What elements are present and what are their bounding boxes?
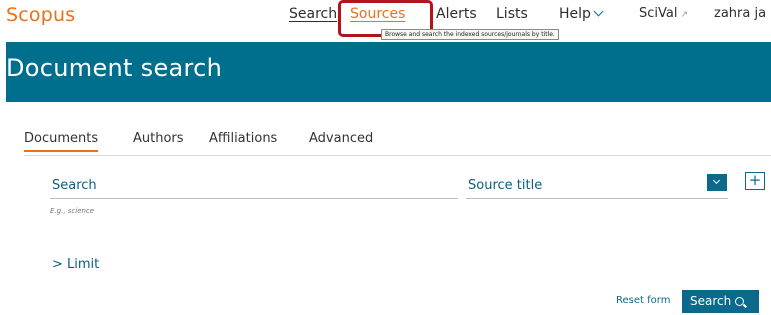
field-select-underline [466, 198, 728, 199]
page-title: Document search [6, 54, 223, 82]
tab-authors[interactable]: Authors [133, 131, 184, 146]
search-hint: E.g., science [50, 207, 95, 215]
search-button-label: Search [690, 294, 732, 308]
tab-affiliations[interactable]: Affiliations [209, 131, 277, 146]
chevron-down-icon [593, 6, 604, 17]
search-input[interactable]: Search [52, 178, 97, 193]
chevron-down-icon [712, 176, 721, 185]
search-tabs: Documents Authors Affiliations Advanced [24, 131, 771, 156]
sources-tooltip: Browse and search the indexed sources/jo… [381, 29, 559, 40]
search-icon [735, 297, 745, 306]
limit-toggle[interactable]: > Limit [52, 257, 99, 272]
nav-search[interactable]: Search [289, 6, 337, 22]
user-name[interactable]: zahra ja [714, 6, 766, 21]
field-dropdown-button[interactable] [707, 174, 727, 191]
nav-scival[interactable]: SciVal ↗ [639, 6, 688, 21]
field-select[interactable]: Source title [468, 178, 542, 193]
top-navigation: Scopus Search Sources Alerts Lists Help … [6, 0, 771, 42]
nav-alerts[interactable]: Alerts [436, 6, 477, 22]
external-link-icon: ↗ [680, 10, 689, 20]
scopus-logo[interactable]: Scopus [6, 4, 75, 26]
nav-help-label: Help [559, 6, 591, 22]
tab-documents[interactable]: Documents [24, 131, 99, 152]
nav-lists[interactable]: Lists [496, 6, 528, 22]
scopus-page: Scopus Search Sources Alerts Lists Help … [6, 0, 771, 315]
tab-advanced[interactable]: Advanced [309, 131, 373, 146]
plus-icon: + [748, 171, 762, 189]
nav-scival-label: SciVal [639, 6, 678, 21]
add-search-field-button[interactable]: + [745, 172, 765, 190]
reset-form-link[interactable]: Reset form [616, 295, 670, 306]
page-banner: Document search [6, 42, 771, 102]
search-input-underline [50, 198, 458, 199]
search-button[interactable]: Search [682, 290, 759, 313]
nav-help[interactable]: Help [559, 6, 604, 22]
